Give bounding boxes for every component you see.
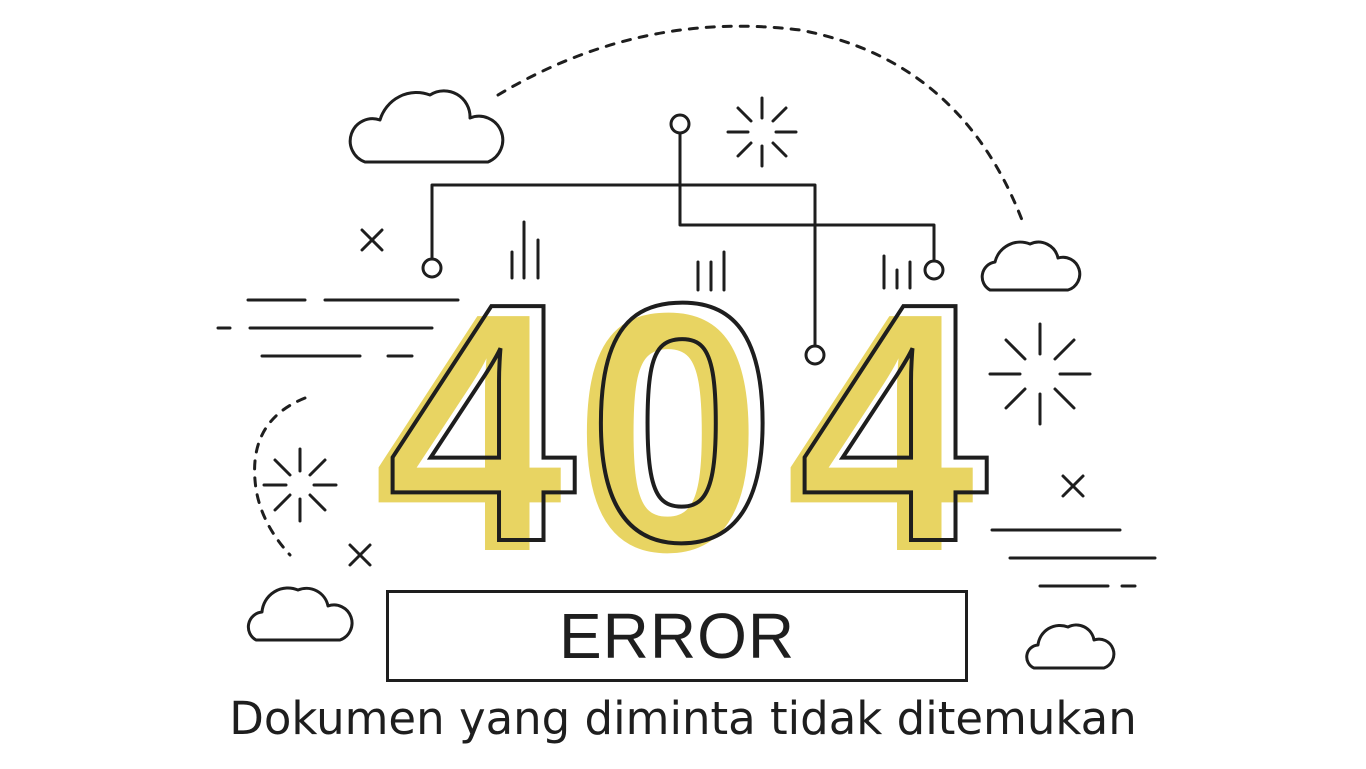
dashed-arc bbox=[496, 24, 1024, 222]
error-message: Dokumen yang diminta tidak ditemukan bbox=[229, 692, 1137, 745]
cloud-icon bbox=[348, 89, 505, 164]
error-label: ERROR bbox=[558, 600, 796, 672]
dashed-arc-left bbox=[253, 396, 307, 557]
cross-icon bbox=[1061, 474, 1085, 498]
digit-outline: 0 bbox=[587, 233, 776, 613]
speed-lines bbox=[990, 528, 1157, 588]
error-code: 4 0 4 4 0 4 bbox=[373, 231, 992, 623]
sparkle-icon bbox=[988, 322, 1092, 426]
cloud-icon bbox=[1025, 623, 1116, 670]
error-label-box: ERROR bbox=[386, 590, 968, 682]
cross-icon bbox=[348, 543, 372, 567]
digit-outline: 4 bbox=[799, 233, 990, 613]
sparkle-icon bbox=[262, 447, 338, 523]
cloud-icon bbox=[980, 240, 1082, 292]
cloud-icon bbox=[246, 586, 354, 642]
digit-outline: 4 bbox=[387, 233, 578, 613]
sparkle-icon bbox=[726, 96, 798, 168]
